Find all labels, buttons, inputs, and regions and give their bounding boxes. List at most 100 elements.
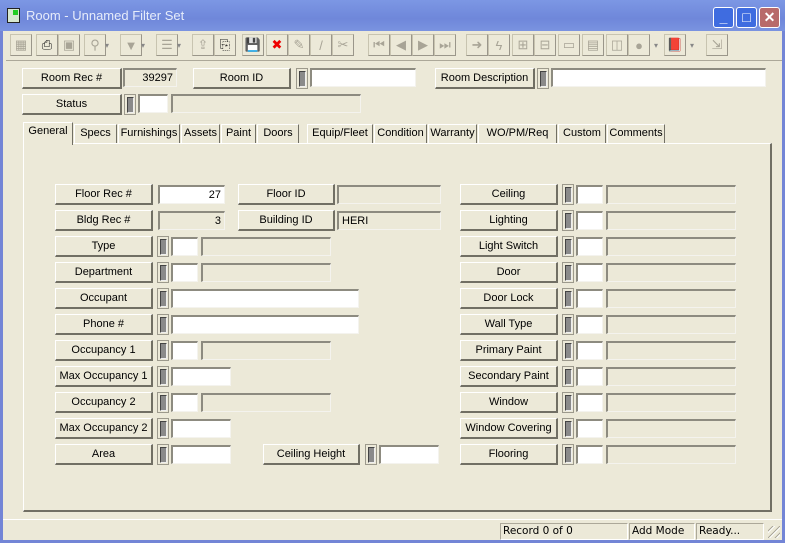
occupant-button[interactable]: Occupant [55, 288, 153, 309]
floor-rec-input[interactable]: 27 [158, 185, 225, 204]
floor-id-button[interactable]: Floor ID [238, 184, 335, 205]
chart-button[interactable]: ◫ [606, 34, 628, 56]
comment-button[interactable]: ● [628, 34, 650, 56]
attach-button[interactable]: ✎ [288, 34, 310, 56]
flooring-code-input[interactable] [576, 445, 603, 464]
previous-record-button[interactable]: ◀ [390, 34, 412, 56]
flooring-button[interactable]: Flooring [460, 444, 558, 465]
window-lock-icon[interactable] [562, 392, 574, 413]
ceiling-lock-icon[interactable] [562, 184, 574, 205]
area-input[interactable] [171, 445, 231, 464]
occupancy1-button[interactable]: Occupancy 1 [55, 340, 153, 361]
primary-paint-button[interactable]: Primary Paint [460, 340, 558, 361]
lighting-button[interactable]: Lighting [460, 210, 558, 231]
room-id-lock-icon[interactable] [296, 68, 308, 89]
type-button[interactable]: Type [55, 236, 153, 257]
flooring-lock-icon[interactable] [562, 444, 574, 465]
status-button[interactable]: Status [22, 94, 122, 115]
occupant-lock-icon[interactable] [157, 288, 169, 309]
tab-assets[interactable]: Assets [181, 124, 220, 144]
new-document-button[interactable]: ⎘ [214, 34, 236, 56]
room-description-input[interactable] [551, 68, 766, 87]
cut-button[interactable]: ✂ [332, 34, 354, 56]
occupancy2-button[interactable]: Occupancy 2 [55, 392, 153, 413]
light-switch-button[interactable]: Light Switch [460, 236, 558, 257]
lightning-button[interactable]: ϟ [488, 34, 510, 56]
minimize-button[interactable]: _ [713, 7, 734, 28]
query-dropdown-arrow-icon[interactable]: ▾ [102, 34, 112, 56]
occupancy1-lock-icon[interactable] [157, 340, 169, 361]
report-dropdown-arrow-icon[interactable]: ▾ [174, 34, 184, 56]
occupancy1-code-input[interactable] [171, 341, 198, 360]
lighting-lock-icon[interactable] [562, 210, 574, 231]
tab-condition[interactable]: Condition [374, 124, 427, 144]
save-button[interactable]: 💾 [242, 34, 264, 56]
department-code-input[interactable] [171, 263, 198, 282]
max-occupancy1-lock-icon[interactable] [157, 366, 169, 387]
ceiling-button[interactable]: Ceiling [460, 184, 558, 205]
department-lock-icon[interactable] [157, 262, 169, 283]
tab-warranty[interactable]: Warranty [428, 124, 477, 144]
area-lock-icon[interactable] [157, 444, 169, 465]
room-description-button[interactable]: Room Description [435, 68, 535, 89]
comment-dropdown-arrow-icon[interactable]: ▾ [651, 34, 661, 56]
help-book-dropdown-arrow-icon[interactable]: ▾ [687, 34, 697, 56]
type-code-input[interactable] [171, 237, 198, 256]
resize-grip-icon[interactable] [768, 526, 780, 538]
tab-furnishings[interactable]: Furnishings [118, 124, 180, 144]
light-switch-lock-icon[interactable] [562, 236, 574, 257]
wall-type-code-input[interactable] [576, 315, 603, 334]
maximize-button[interactable]: □ [736, 7, 757, 28]
light-switch-code-input[interactable] [576, 237, 603, 256]
phone-input[interactable] [171, 315, 359, 334]
door-lock-code-input[interactable] [576, 289, 603, 308]
next-record-button[interactable]: ▶ [412, 34, 434, 56]
tab-comments[interactable]: Comments [607, 124, 665, 144]
door-lock-icon[interactable] [562, 262, 574, 283]
door-button[interactable]: Door [460, 262, 558, 283]
secondary-paint-button[interactable]: Secondary Paint [460, 366, 558, 387]
door-lock-button[interactable]: Door Lock [460, 288, 558, 309]
primary-paint-code-input[interactable] [576, 341, 603, 360]
building-id-button[interactable]: Building ID [238, 210, 335, 231]
tab-paint[interactable]: Paint [221, 124, 256, 144]
secondary-paint-code-input[interactable] [576, 367, 603, 386]
floor-rec-button[interactable]: Floor Rec # [55, 184, 153, 205]
max-occupancy2-input[interactable] [171, 419, 231, 438]
occupancy2-lock-icon[interactable] [157, 392, 169, 413]
help-book-button[interactable]: 📕 [664, 34, 686, 56]
tab-custom[interactable]: Custom [558, 124, 606, 144]
window-covering-code-input[interactable] [576, 419, 603, 438]
area-button[interactable]: Area [55, 444, 153, 465]
filter-dropdown-arrow-icon[interactable]: ▾ [138, 34, 148, 56]
edit-button[interactable]: / [310, 34, 332, 56]
delete-button[interactable]: ✖ [266, 34, 288, 56]
tab-equip-fleet[interactable]: Equip/Fleet [307, 124, 373, 144]
room-rec-button[interactable]: Room Rec # [22, 68, 122, 89]
max-occupancy1-input[interactable] [171, 367, 231, 386]
secondary-paint-lock-icon[interactable] [562, 366, 574, 387]
window-button[interactable]: Window [460, 392, 558, 413]
tab-specs[interactable]: Specs [74, 124, 117, 144]
export-button[interactable]: ⇪ [192, 34, 214, 56]
exit-button[interactable]: ⇲ [706, 34, 728, 56]
tab-general[interactable]: General [23, 122, 73, 145]
phone-button[interactable]: Phone # [55, 314, 153, 335]
room-id-button[interactable]: Room ID [193, 68, 291, 89]
first-record-button[interactable]: ⏮ [368, 34, 390, 56]
door-lock-lock-icon[interactable] [562, 288, 574, 309]
room-description-lock-icon[interactable] [537, 68, 549, 89]
max-occupancy2-button[interactable]: Max Occupancy 2 [55, 418, 153, 439]
wall-type-button[interactable]: Wall Type [460, 314, 558, 335]
window-covering-button[interactable]: Window Covering [460, 418, 558, 439]
ceiling-height-input[interactable] [379, 445, 439, 464]
select-area-button[interactable]: ▦ [10, 34, 32, 56]
primary-paint-lock-icon[interactable] [562, 340, 574, 361]
ceiling-height-lock-icon[interactable] [365, 444, 377, 465]
department-button[interactable]: Department [55, 262, 153, 283]
wall-type-lock-icon[interactable] [562, 314, 574, 335]
tree-view-button[interactable]: ⊞ [512, 34, 534, 56]
type-lock-icon[interactable] [157, 236, 169, 257]
ceiling-code-input[interactable] [576, 185, 603, 204]
hierarchy-button[interactable]: ⊟ [534, 34, 556, 56]
